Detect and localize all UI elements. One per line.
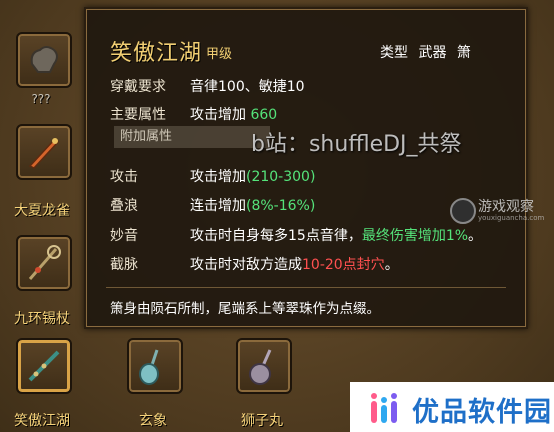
slot-3-label: 笑傲江湖 [14,413,70,429]
attr-suffix-jiemai: 。 [384,257,399,273]
tooltip-divider [106,287,506,288]
main-attr-text: 攻击增加 [190,107,246,123]
slot-1-label: 大夏龙雀 [14,203,70,219]
item-tooltip: 笑傲江湖 甲级 类型 武器 箫 穿戴要求 音律100、敏捷10 主要属性 攻击增… [84,7,528,329]
eye-logo-icon [450,198,476,224]
brand-name: 优品软件园 [412,397,552,428]
site-logo-url: youxiguancha.com [478,214,545,222]
attr-text-miaoyin: 攻击时自身每多15点音律， [190,228,362,244]
attr-value-combo: 连击增加(8%-16%) [190,195,315,215]
inventory-slot-4[interactable] [127,338,183,394]
attr-text-attack: 攻击增加 [190,169,246,185]
attr-label-combo: 叠浪 [110,198,138,214]
inventory-slot-5[interactable] [236,338,292,394]
brand-banner: 优品软件园 [350,382,554,432]
main-attr-number: 660 [250,107,278,123]
slot-5-label: 狮子丸 [241,413,283,429]
pipa-lute-icon [139,349,159,385]
attr-number-attack: (210-300) [246,169,316,185]
attr-number-miaoyin: 最终伤害增加1% [361,228,469,244]
attr-label-jiemai: 截脉 [110,257,138,273]
locked-item-icon [30,46,58,73]
item-description: 箫身由陨石所制，尾端系上等翠珠作为点缀。 [110,301,380,317]
slot-4-label: 玄象 [139,413,167,429]
requirement-value: 音律100、敏捷10 [190,79,305,95]
flute-weapon-icon [28,350,60,382]
extra-attr-header: 附加属性 [114,126,270,148]
item-type: 类型 武器 箫 [380,42,471,62]
inventory-slot-2[interactable] [16,235,72,291]
attr-text-jiemai: 攻击时对敌方造成 [190,257,302,273]
site-watermark-logo: 游戏观察 youxiguancha.com [450,196,550,226]
attr-number-jiemai: 10-20点封穴 [302,257,385,273]
main-attr-label: 主要属性 [110,107,166,123]
attr-value-jiemai: 攻击时对敌方造成10-20点封穴。 [190,254,399,274]
slot-2-label: 九环锡杖 [14,311,70,327]
attr-suffix-miaoyin: 。 [468,228,483,244]
inventory-slot-3[interactable] [16,338,72,394]
attr-text-combo: 连击增加 [190,198,246,214]
attr-label-miaoyin: 妙音 [110,228,138,244]
video-watermark: b站：shuffleDJ_共祭 [251,132,462,157]
item-name: 笑傲江湖 [110,41,203,66]
requirement-label: 穿戴要求 [110,79,166,95]
inventory-slot-1[interactable] [16,124,72,180]
item-grade: 甲级 [206,47,233,62]
attr-value-attack: 攻击增加(210-300) [190,166,315,186]
lute-instrument-icon [249,349,272,385]
unknown-item-label: ??? [31,92,51,106]
attr-value-miaoyin: 攻击时自身每多15点音律，最终伤害增加1%。 [190,225,482,245]
attr-number-combo: (8%-16%) [246,198,316,214]
brand-bars-icon [371,393,397,423]
attr-label-attack: 攻击 [110,169,138,185]
item-type-value: 武器 箫 [418,45,471,61]
item-type-label: 类型 [380,45,408,61]
staff-weapon-icon [28,245,61,280]
inventory-slot-unknown[interactable] [16,32,72,88]
site-logo-text: 游戏观察 [478,199,534,215]
main-attr-value: 攻击增加 660 [190,104,277,124]
blade-weapon-icon [28,138,60,169]
